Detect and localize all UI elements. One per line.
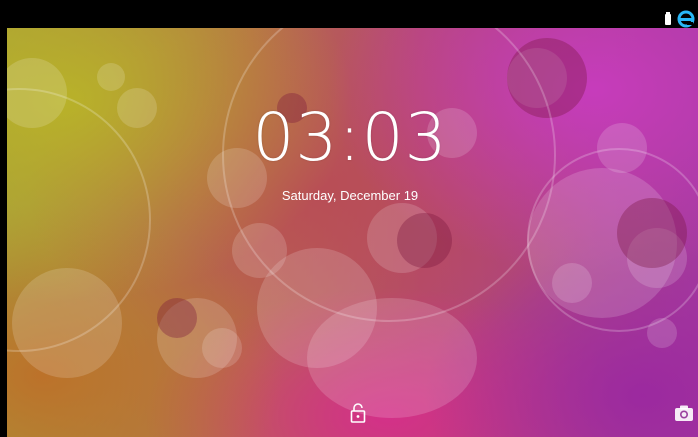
- wallpaper-bubble: [97, 63, 125, 91]
- wallpaper: [7, 28, 698, 437]
- battery-icon: [665, 12, 671, 25]
- status-bar: [7, 6, 698, 28]
- wallpaper-ring: [527, 148, 698, 332]
- wallpaper-bubble: [157, 298, 197, 338]
- notification-account-icon[interactable]: [676, 9, 696, 29]
- wallpaper-bubble: [202, 328, 242, 368]
- unlock-padlock-icon[interactable]: [348, 402, 368, 424]
- lock-screen: 03:03 Saturday, December 19: [0, 0, 698, 437]
- wallpaper-bubble: [117, 88, 157, 128]
- wallpaper-ring: [7, 88, 151, 352]
- lock-clock: 03:03: [252, 99, 448, 176]
- camera-icon[interactable]: [674, 404, 694, 422]
- lock-date: Saturday, December 19: [281, 188, 419, 203]
